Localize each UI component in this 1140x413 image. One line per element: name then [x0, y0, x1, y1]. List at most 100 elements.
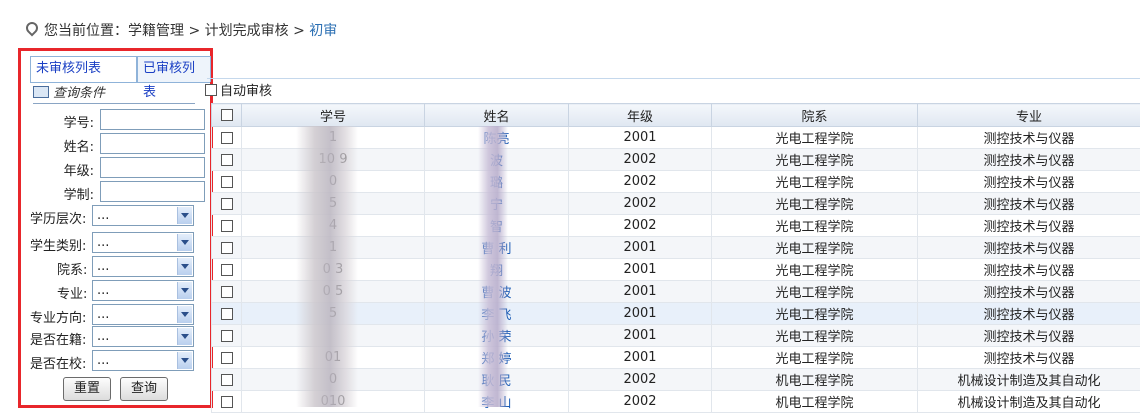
- major-cell: 测控技术与仪器: [918, 303, 1140, 325]
- row-select-cell[interactable]: [212, 127, 242, 149]
- major-cell: 机械设计制造及其自动化: [918, 391, 1140, 413]
- row-select-cell[interactable]: [212, 149, 242, 171]
- field-major: 专业: ...: [30, 280, 200, 302]
- chevron-down-icon[interactable]: [177, 282, 192, 299]
- column-header[interactable]: 专业: [918, 104, 1140, 127]
- row-select-cell[interactable]: [212, 193, 242, 215]
- row-checkbox[interactable]: [221, 198, 233, 210]
- column-header[interactable]: 姓名: [425, 104, 569, 127]
- row-checkbox[interactable]: [221, 286, 233, 298]
- row-checkbox[interactable]: [221, 154, 233, 166]
- student-type-select[interactable]: ...: [92, 232, 194, 253]
- major-cell: 测控技术与仪器: [918, 347, 1140, 369]
- select-all-checkbox[interactable]: [221, 109, 233, 121]
- department-select[interactable]: ...: [92, 256, 194, 277]
- major-cell: 测控技术与仪器: [918, 215, 1140, 237]
- column-header[interactable]: 年级: [569, 104, 712, 127]
- select-value: ...: [97, 259, 109, 274]
- chevron-down-icon[interactable]: [177, 328, 192, 345]
- grade-cell: 2001: [569, 303, 712, 325]
- major-cell: 测控技术与仪器: [918, 237, 1140, 259]
- breadcrumb-item[interactable]: 学籍管理: [128, 23, 184, 39]
- row-checkbox[interactable]: [221, 264, 233, 276]
- department-cell: 光电工程学院: [712, 347, 918, 369]
- row-checkbox[interactable]: [221, 176, 233, 188]
- row-select-cell[interactable]: [212, 303, 242, 325]
- select-all-header[interactable]: [212, 104, 242, 127]
- breadcrumb-item[interactable]: 计划完成审核: [205, 23, 289, 39]
- chevron-down-icon[interactable]: [177, 352, 192, 369]
- major-select[interactable]: ...: [92, 280, 194, 301]
- toolbar-divider: [207, 78, 1140, 79]
- tab-reviewed-list[interactable]: 已审核列表: [137, 56, 211, 82]
- grade-cell: 2001: [569, 127, 712, 149]
- duration-input[interactable]: [100, 181, 205, 202]
- field-name: 姓名:: [30, 133, 200, 155]
- form-icon: [33, 86, 49, 98]
- row-select-cell[interactable]: [212, 171, 242, 193]
- auto-review-checkbox[interactable]: [205, 84, 217, 96]
- select-value: ...: [97, 353, 109, 368]
- row-select-cell[interactable]: [212, 347, 242, 369]
- major-cell: 测控技术与仪器: [918, 193, 1140, 215]
- grade-cell: 2001: [569, 325, 712, 347]
- row-checkbox[interactable]: [221, 132, 233, 144]
- breadcrumb: 您当前位置：学籍管理 > 计划完成审核 > 初审: [26, 21, 337, 41]
- row-select-cell[interactable]: [212, 281, 242, 303]
- row-checkbox[interactable]: [221, 396, 233, 408]
- row-select-cell[interactable]: [212, 259, 242, 281]
- grade-cell: 2001: [569, 281, 712, 303]
- field-on-campus: 是否在校: ...: [30, 350, 200, 372]
- row-checkbox[interactable]: [221, 220, 233, 232]
- row-checkbox[interactable]: [221, 330, 233, 342]
- field-label: 是否在校:: [30, 353, 86, 372]
- auto-review-toggle[interactable]: 自动审核: [205, 83, 272, 101]
- select-value: ...: [97, 283, 109, 298]
- auto-review-label: 自动审核: [220, 84, 272, 99]
- row-checkbox[interactable]: [221, 242, 233, 254]
- row-select-cell[interactable]: [212, 215, 242, 237]
- chevron-down-icon[interactable]: [177, 207, 192, 224]
- chevron-down-icon[interactable]: [177, 306, 192, 323]
- row-checkbox[interactable]: [221, 308, 233, 320]
- reset-button[interactable]: 重置: [63, 377, 111, 401]
- grade-cell: 2002: [569, 149, 712, 171]
- field-duration: 学制:: [30, 181, 200, 203]
- row-checkbox[interactable]: [221, 374, 233, 386]
- column-header[interactable]: 学号: [242, 104, 425, 127]
- enrolled-select[interactable]: ...: [92, 326, 194, 347]
- department-cell: 光电工程学院: [712, 237, 918, 259]
- department-cell: 机电工程学院: [712, 391, 918, 413]
- row-checkbox[interactable]: [221, 352, 233, 364]
- chevron-down-icon[interactable]: [177, 258, 192, 275]
- education-level-select[interactable]: ...: [92, 205, 194, 226]
- search-button[interactable]: 查询: [120, 377, 168, 401]
- major-direction-select[interactable]: ...: [92, 304, 194, 325]
- field-label: 年级:: [64, 160, 94, 179]
- student-id-input[interactable]: [100, 109, 205, 130]
- tab-unreviewed-list[interactable]: 未审核列表: [30, 56, 137, 83]
- column-header[interactable]: 院系: [712, 104, 918, 127]
- major-cell: 测控技术与仪器: [918, 281, 1140, 303]
- row-select-cell[interactable]: [212, 391, 242, 413]
- field-label: 学历层次:: [30, 208, 86, 227]
- field-label: 院系:: [57, 259, 87, 278]
- breadcrumb-prefix: 您当前位置：: [44, 23, 128, 39]
- row-select-cell[interactable]: [212, 369, 242, 391]
- field-label: 姓名:: [64, 136, 94, 155]
- grade-cell: 2002: [569, 391, 712, 413]
- department-cell: 光电工程学院: [712, 149, 918, 171]
- department-cell: 光电工程学院: [712, 193, 918, 215]
- row-select-cell[interactable]: [212, 325, 242, 347]
- row-select-cell[interactable]: [212, 237, 242, 259]
- name-input[interactable]: [100, 133, 205, 154]
- field-student-type: 学生类别: ...: [30, 232, 200, 254]
- field-label: 专业:: [57, 283, 87, 302]
- location-pin-icon: [24, 20, 41, 37]
- field-education-level: 学历层次: ...: [30, 205, 200, 227]
- grade-cell: 2002: [569, 193, 712, 215]
- grade-input[interactable]: [100, 157, 205, 178]
- on-campus-select[interactable]: ...: [92, 350, 194, 371]
- field-label: 专业方向:: [30, 307, 86, 326]
- chevron-down-icon[interactable]: [177, 234, 192, 251]
